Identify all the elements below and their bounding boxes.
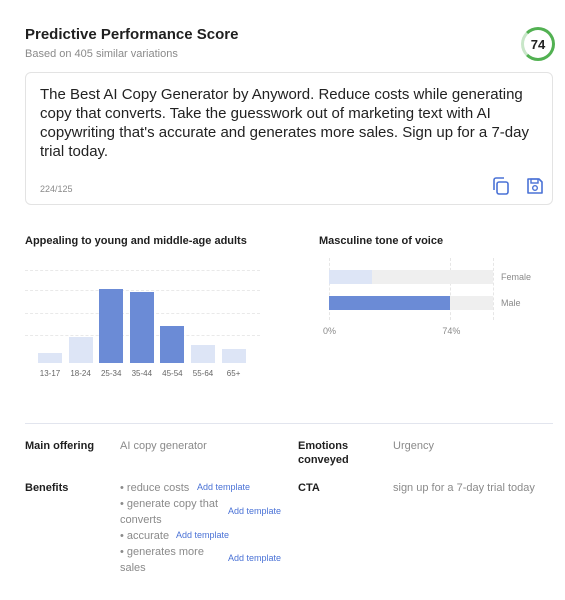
score-subtitle: Based on 405 similar variations [25,48,178,60]
cta-value: sign up for a 7-day trial today [393,482,535,494]
benefit-item: • accurate [120,530,170,542]
emotions-label: Emotions conveyed [298,440,349,466]
age-bar [160,326,185,363]
score-badge: 74 [521,27,555,61]
main-offering-label: Main offering [25,440,95,452]
gridline [450,258,452,320]
benefit-item: • generates more sales [120,546,204,574]
age-bar [38,353,62,363]
benefits-label: Benefits [25,482,69,494]
age-bar [99,289,124,363]
tone-bar [329,296,451,310]
cta-label: CTA [298,482,320,494]
add-template-button[interactable]: Add template [197,482,250,492]
age-tick-label: 13-17 [39,369,61,378]
add-template-button[interactable]: Add template [228,506,281,516]
age-tick-label: 65+ [226,369,241,378]
tone-category-label: Male [501,298,521,308]
age-tick-label: 55-64 [192,369,214,378]
gridline [25,270,260,271]
tone-axis-tick: 74% [442,326,461,336]
section-divider [25,423,553,424]
age-tick-label: 45-54 [162,369,183,378]
age-bar [129,292,154,363]
tone-bar-chart: Female Male 0% 74% [319,258,559,338]
benefit-item: • generate copy that converts [120,498,219,526]
tone-bar [329,270,372,284]
add-template-button[interactable]: Add template [176,530,229,540]
age-bar-chart: 13-17 18-24 25-34 35-44 45-54 55-64 65+ [25,255,265,385]
age-tick-label: 18-24 [70,369,91,378]
main-offering-value: AI copy generator [120,440,207,452]
gridline [493,258,494,320]
gridline [25,290,260,291]
age-bar [191,345,215,363]
tone-chart-title: Masculine tone of voice [319,235,444,247]
age-chart-title: Appealing to young and middle-age adults [25,235,247,247]
age-tick-label: 35-44 [131,369,153,378]
add-template-button[interactable]: Add template [228,553,281,563]
save-icon[interactable] [524,175,546,197]
tone-category-label: Female [501,272,532,282]
tone-axis-tick: 0% [323,326,337,336]
copy-icon[interactable] [490,175,512,197]
copy-text[interactable]: The Best AI Copy Generator by Anyword. R… [40,85,540,161]
age-bar [221,349,246,363]
page-title: Predictive Performance Score [25,26,239,43]
benefit-item: • reduce costs [120,482,190,494]
gridline [329,258,330,320]
age-bar [68,337,93,363]
emotions-value: Urgency [393,440,434,452]
character-count: 224/125 [40,184,73,194]
age-tick-label: 25-34 [100,369,122,378]
